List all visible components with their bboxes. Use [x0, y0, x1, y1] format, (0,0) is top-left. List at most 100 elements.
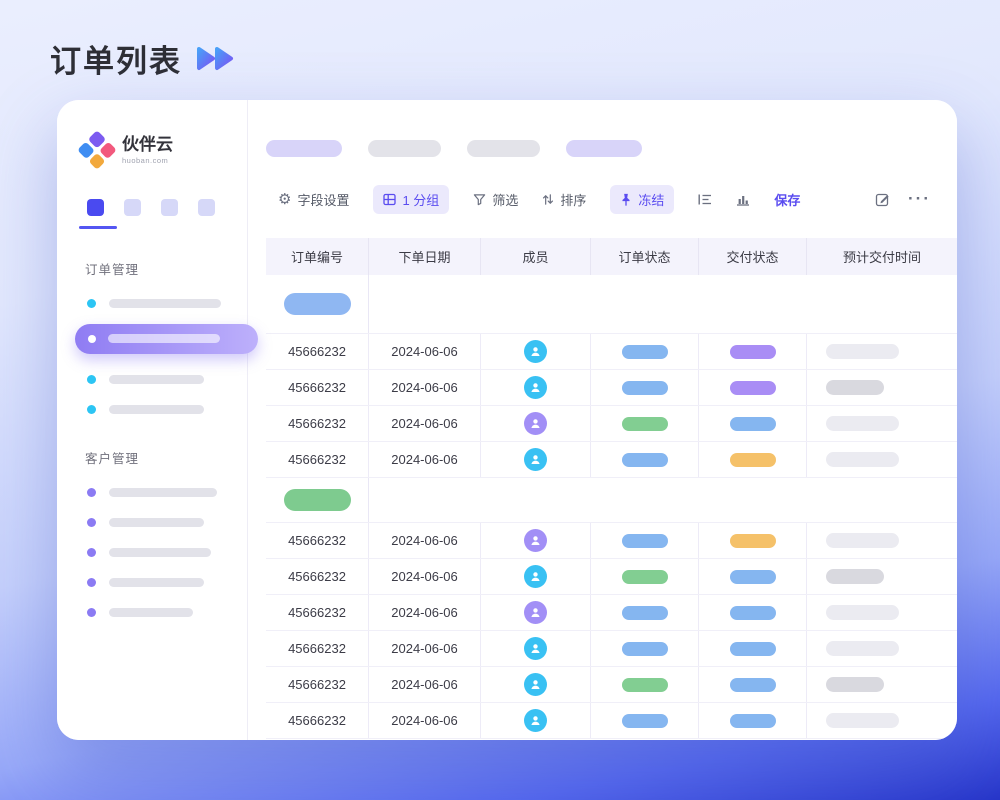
- save-label: 保存: [774, 190, 800, 209]
- order-status-pill: [622, 678, 668, 692]
- column-header-date[interactable]: 下单日期: [369, 238, 481, 275]
- workspace-tab-3[interactable]: [161, 199, 178, 216]
- delivery-status-cell: [699, 667, 807, 702]
- member-avatar-icon: [524, 340, 547, 363]
- item-placeholder: [109, 608, 193, 617]
- more-button[interactable]: ···: [908, 196, 931, 203]
- member-avatar-icon: [524, 565, 547, 588]
- workspace-tab-2[interactable]: [124, 199, 141, 216]
- item-placeholder: [109, 375, 204, 384]
- table-row[interactable]: 456662322024-06-06: [266, 333, 957, 370]
- order-date-cell: 2024-06-06: [369, 406, 481, 441]
- column-header-eta[interactable]: 预计交付时间: [807, 238, 957, 275]
- column-header-order-status[interactable]: 订单状态: [591, 238, 699, 275]
- field-settings-button[interactable]: ⚙ 字段设置: [278, 190, 349, 209]
- filter-button[interactable]: 筛选: [473, 190, 518, 209]
- table-row[interactable]: 456662322024-06-06: [266, 631, 957, 667]
- delivery-status-cell: [699, 370, 807, 405]
- column-header-member[interactable]: 成员: [481, 238, 591, 275]
- group-header-row[interactable]: [266, 478, 957, 522]
- table-row[interactable]: 456662322024-06-06: [266, 370, 957, 406]
- order-status-cell: [591, 442, 699, 477]
- freeze-label: 冻结: [638, 190, 664, 209]
- eta-cell: [807, 631, 957, 666]
- pin-icon: [620, 193, 632, 206]
- bullet-icon: [87, 548, 96, 557]
- order-no-cell: 45666232: [266, 595, 369, 630]
- workspace-tab-4[interactable]: [198, 199, 215, 216]
- freeze-button[interactable]: 冻结: [610, 185, 674, 214]
- table-row[interactable]: 456662322024-06-06: [266, 703, 957, 739]
- active-tab-underline: [79, 226, 117, 229]
- group-count-label: 1 分组: [402, 190, 439, 209]
- sidebar-item[interactable]: [87, 518, 247, 527]
- item-placeholder: [109, 548, 211, 557]
- order-no-cell: 45666232: [266, 631, 369, 666]
- bullet-icon: [87, 608, 96, 617]
- order-status-pill: [622, 714, 668, 728]
- eta-placeholder-pill: [826, 380, 884, 395]
- eta-cell: [807, 595, 957, 630]
- save-button[interactable]: 保存: [774, 190, 800, 209]
- sidebar-item[interactable]: [87, 608, 247, 617]
- double-arrow-icon: [196, 45, 234, 72]
- order-no-cell: 45666232: [266, 334, 369, 369]
- table-row[interactable]: 456662322024-06-06: [266, 559, 957, 595]
- order-status-pill: [622, 381, 668, 395]
- sidebar-item[interactable]: [87, 548, 247, 557]
- row-lines-icon: [698, 193, 712, 206]
- order-date-cell: 2024-06-06: [369, 667, 481, 702]
- group-header-row[interactable]: [266, 275, 957, 333]
- delivery-status-pill: [730, 678, 776, 692]
- eta-cell: [807, 523, 957, 558]
- order-status-cell: [591, 559, 699, 594]
- member-cell: [481, 406, 591, 441]
- table-row[interactable]: 456662322024-06-06: [266, 406, 957, 442]
- sort-button[interactable]: 排序: [542, 190, 586, 209]
- member-cell: [481, 595, 591, 630]
- workspace-tab-1[interactable]: [87, 199, 104, 216]
- order-status-cell: [591, 703, 699, 738]
- bullet-icon: [88, 335, 96, 343]
- sidebar-item-active[interactable]: [75, 324, 258, 354]
- table-row[interactable]: 456662322024-06-06: [266, 442, 957, 478]
- field-settings-label: 字段设置: [297, 190, 349, 209]
- gear-icon: ⚙: [278, 192, 291, 207]
- order-no-cell: 45666232: [266, 559, 369, 594]
- item-placeholder: [109, 299, 221, 308]
- order-no-cell: 45666232: [266, 406, 369, 441]
- table-row[interactable]: 456662322024-06-06: [266, 522, 957, 559]
- delivery-status-cell: [699, 559, 807, 594]
- eta-cell: [807, 703, 957, 738]
- sidebar-item[interactable]: [87, 405, 247, 414]
- chart-view-button[interactable]: [736, 193, 750, 206]
- delivery-status-pill: [730, 453, 776, 467]
- group-grid-icon: [383, 193, 396, 206]
- app-window: 伙伴云 huoban.com 订单管理 客户管理: [57, 100, 957, 740]
- member-cell: [481, 370, 591, 405]
- sidebar-item[interactable]: [87, 375, 247, 384]
- group-button[interactable]: 1 分组: [373, 185, 449, 214]
- table-header-row: 订单编号 下单日期 成员 订单状态 交付状态 预计交付时间: [266, 238, 957, 275]
- sort-label: 排序: [560, 190, 586, 209]
- member-avatar-icon: [524, 637, 547, 660]
- logo-name: 伙伴云: [122, 136, 173, 155]
- member-avatar-icon: [524, 376, 547, 399]
- order-status-cell: [591, 334, 699, 369]
- logo[interactable]: 伙伴云 huoban.com: [83, 136, 247, 165]
- column-header-order-no[interactable]: 订单编号: [266, 238, 369, 275]
- column-header-delivery-status[interactable]: 交付状态: [699, 238, 807, 275]
- sidebar-item[interactable]: [87, 299, 247, 308]
- member-avatar-icon: [524, 529, 547, 552]
- row-height-button[interactable]: [698, 193, 712, 206]
- table-row[interactable]: 456662322024-06-06: [266, 667, 957, 703]
- sidebar-item[interactable]: [87, 488, 247, 497]
- skeleton-pill: [266, 140, 342, 157]
- edit-view-button[interactable]: [875, 192, 890, 207]
- table-row[interactable]: 456662322024-06-06: [266, 595, 957, 631]
- delivery-status-pill: [730, 714, 776, 728]
- order-status-cell: [591, 370, 699, 405]
- eta-cell: [807, 667, 957, 702]
- sidebar-item[interactable]: [87, 578, 247, 587]
- delivery-status-pill: [730, 534, 776, 548]
